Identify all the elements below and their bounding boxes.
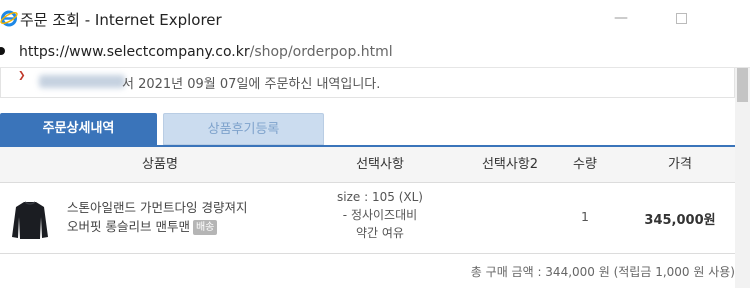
redacted-name <box>39 75 125 88</box>
tab-order-detail[interactable]: 주문상세내역 <box>0 113 157 145</box>
total-summary: 총 구매 금액 : 344,000 원 (적립금 1,000 원 사용) <box>470 265 735 279</box>
notice-message: 서 2021년 09월 07일에 주문하신 내역입니다. <box>122 77 381 92</box>
window-titlebar: 주문 조회 - Internet Explorer — <box>0 0 750 36</box>
option-line3: 약간 여유 <box>356 226 404 240</box>
price-cell: 345,000원 <box>644 213 716 228</box>
header-product-name: 상품명 <box>142 157 178 172</box>
product-thumbnail[interactable] <box>10 199 50 241</box>
option-line1: size : 105 (XL) <box>337 190 423 204</box>
notice-mark-icon: ❯ <box>18 71 26 81</box>
quantity-cell: 1 <box>581 209 589 224</box>
scrollbar-thumb[interactable] <box>737 68 748 102</box>
table-header: 상품명 선택사항 선택사항2 수량 가격 <box>0 147 735 183</box>
url-path: /shop/orderpop.html <box>249 44 393 60</box>
product-name-line1: 스톤아일랜드 가먼트다잉 경량져지 <box>67 200 248 215</box>
table-row: 스톤아일랜드 가먼트다잉 경량져지 오버핏 롱슬리브 맨투맨 배송 size : … <box>0 184 735 254</box>
shipping-badge: 배송 <box>192 220 218 235</box>
url-host: https://www.selectcompany.co.kr <box>19 44 250 60</box>
header-price: 가격 <box>668 157 692 172</box>
security-icon <box>0 47 5 55</box>
order-notice: ❯ 서 2021년 09월 07일에 주문하신 내역입니다. <box>0 68 735 98</box>
minimize-button[interactable]: — <box>606 6 636 30</box>
window-title: 주문 조회 - Internet Explorer <box>20 11 222 29</box>
address-bar[interactable]: https://www.selectcompany.co.kr/shop/ord… <box>0 36 750 68</box>
product-name-line2: 오버핏 롱슬리브 맨투맨 <box>67 219 190 234</box>
header-option: 선택사항 <box>356 157 404 172</box>
maximize-button[interactable] <box>666 6 696 30</box>
order-table: 상품명 선택사항 선택사항2 수량 가격 스톤아일랜드 가먼트다잉 경량져지 오… <box>0 145 735 254</box>
header-quantity: 수량 <box>573 157 597 172</box>
vertical-scrollbar[interactable] <box>735 68 750 288</box>
internet-explorer-icon <box>0 10 18 27</box>
option-line2: - 정사이즈대비 <box>342 208 418 222</box>
option-cell: size : 105 (XL) - 정사이즈대비 약간 여유 <box>320 188 440 242</box>
tab-review-register[interactable]: 상품후기등록 <box>163 113 324 145</box>
url-text[interactable]: https://www.selectcompany.co.kr/shop/ord… <box>19 44 393 60</box>
product-name[interactable]: 스톤아일랜드 가먼트다잉 경량져지 오버핏 롱슬리브 맨투맨 배송 <box>67 198 297 236</box>
